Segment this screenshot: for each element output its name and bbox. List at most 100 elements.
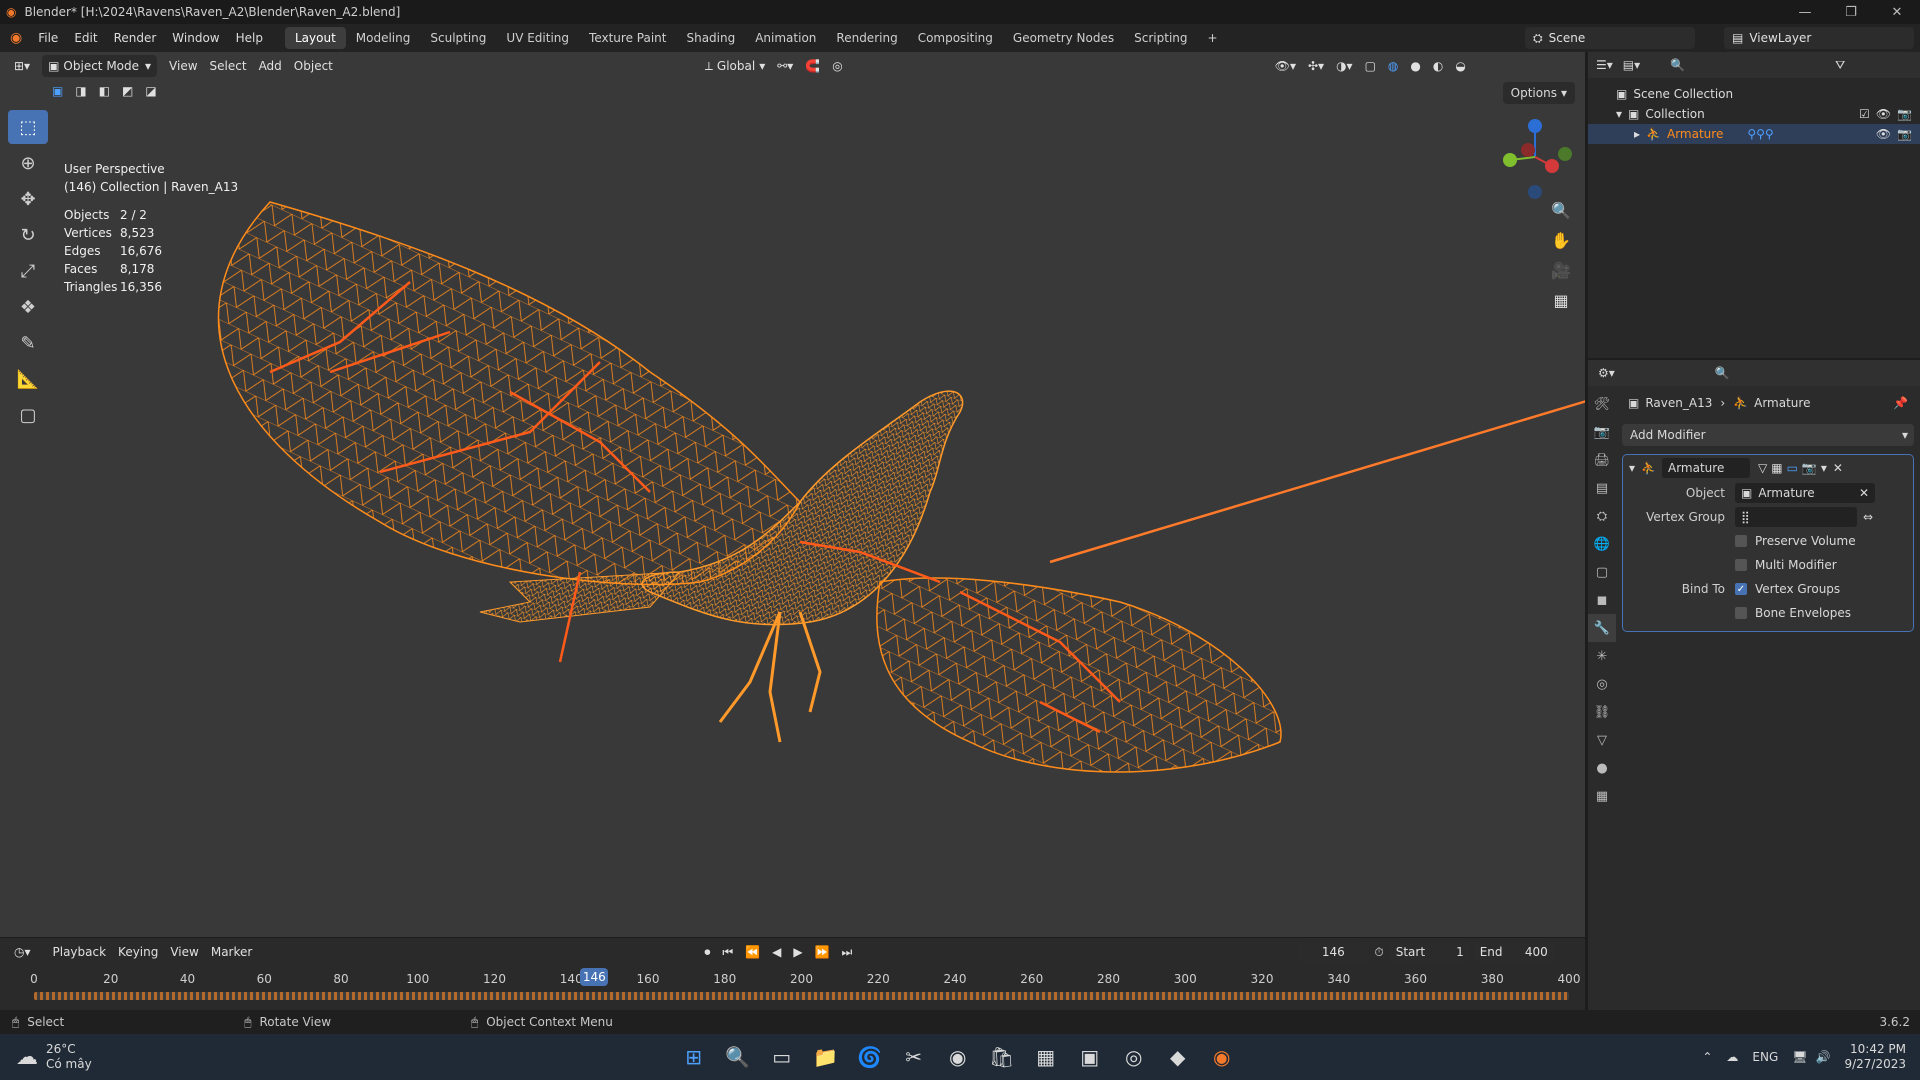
add-cube-tool[interactable]: ▢ [8, 398, 48, 432]
measure-tool[interactable]: 📐 [8, 362, 48, 396]
visibility-dropdown[interactable]: 👁▾ [1269, 55, 1302, 77]
blender-taskbar-icon[interactable]: ◉ [1204, 1039, 1240, 1075]
physics-tab-icon[interactable]: ◎ [1588, 670, 1616, 698]
multi-modifier-row[interactable]: Multi Modifier [1623, 553, 1913, 577]
edge-browser-icon[interactable]: 🌀 [852, 1039, 888, 1075]
jump-end-button[interactable]: ⏭ [836, 941, 859, 963]
search-icon[interactable]: 🔍 [1670, 58, 1685, 72]
bone-envelopes-row[interactable]: Bone Envelopes [1623, 601, 1913, 625]
clear-icon[interactable]: ✕ [1859, 486, 1869, 500]
maximize-button[interactable]: ❐ [1828, 0, 1874, 24]
tool-tab-icon[interactable]: 🛠 [1588, 390, 1616, 418]
keyframe-strip[interactable] [34, 992, 1569, 1000]
object-tab-icon[interactable]: ◼ [1588, 586, 1616, 614]
view-layer-tab-icon[interactable]: ▤ [1588, 474, 1616, 502]
invert-arrows-icon[interactable]: ⇔ [1863, 510, 1873, 524]
affinity-icon[interactable]: ◆ [1160, 1039, 1196, 1075]
viewport-menu-select[interactable]: Select [204, 55, 253, 77]
play-reverse-button[interactable]: ◀ [766, 941, 787, 963]
scene-selector[interactable]: ⛭ Scene [1525, 27, 1695, 49]
tab-texture-paint[interactable]: Texture Paint [579, 27, 676, 49]
eye-icon[interactable]: 👁 [1876, 127, 1891, 141]
scale-tool[interactable]: ⤢ [8, 254, 48, 288]
end-frame-field[interactable]: End 400 [1473, 941, 1554, 963]
xray-toggle[interactable]: ▢ [1359, 55, 1382, 77]
overlay-toggle[interactable]: ◑▾ [1330, 55, 1359, 77]
play-button[interactable]: ▶ [787, 941, 808, 963]
tab-shading[interactable]: Shading [676, 27, 745, 49]
record-button[interactable]: ⏺ [698, 941, 716, 963]
vertex-group-field[interactable]: ⣿ [1735, 507, 1857, 527]
editor-type-button[interactable]: ⊞▾ [8, 55, 36, 77]
edit-mode-toggle-icon[interactable]: ▽ [1758, 461, 1767, 475]
network-icon[interactable]: 🖥 [1792, 1050, 1807, 1064]
eye-icon[interactable]: 👁 [1876, 107, 1891, 121]
outliner-row-collection[interactable]: ▾ ▣ Collection ☑ 👁 📷 [1588, 104, 1920, 124]
outliner-row-armature[interactable]: ▸ ⛹ Armature ⚲⚲⚲ 👁 📷 [1588, 124, 1920, 144]
select-intersect-icon[interactable]: ◪ [139, 80, 162, 102]
render-tab-icon[interactable]: 📷 [1588, 418, 1616, 446]
move-tool[interactable]: ✥ [8, 182, 48, 216]
blender-menu-icon[interactable]: ◉ [10, 30, 22, 46]
constraints-tab-icon[interactable]: ⛓ [1588, 698, 1616, 726]
scene-tab-icon[interactable]: ⛭ [1588, 502, 1616, 530]
properties-editor-icon[interactable]: ⚙▾ [1598, 366, 1615, 380]
rotate-tool[interactable]: ↻ [8, 218, 48, 252]
tab-compositing[interactable]: Compositing [908, 27, 1003, 49]
texture-tab-icon[interactable]: ▦ [1588, 782, 1616, 810]
remove-modifier-icon[interactable]: ✕ [1833, 461, 1843, 475]
timeline-menu-marker[interactable]: Marker [205, 941, 258, 963]
add-workspace-button[interactable]: + [1198, 27, 1228, 49]
select-subtract-icon[interactable]: ◧ [93, 80, 116, 102]
current-frame-field[interactable]: 146 [1298, 941, 1369, 963]
output-tab-icon[interactable]: 🖨 [1588, 446, 1616, 474]
bone-envelopes-checkbox[interactable] [1735, 607, 1747, 619]
pivot-dropdown[interactable]: ⚯▾ [771, 55, 799, 77]
chevron-down-icon[interactable]: ▾ [1821, 461, 1827, 475]
prev-keyframe-button[interactable]: ⏪ [739, 941, 766, 963]
select-invert-icon[interactable]: ◩ [116, 80, 139, 102]
transform-tool[interactable]: ❖ [8, 290, 48, 324]
store-icon[interactable]: 🛍 [984, 1039, 1020, 1075]
app-icon[interactable]: ▣ [1072, 1039, 1108, 1075]
modifier-tab-icon[interactable]: 🔧 [1588, 614, 1616, 642]
playhead[interactable]: 146 [580, 968, 609, 986]
next-keyframe-button[interactable]: ⏩ [809, 941, 836, 963]
collapse-arrow-icon[interactable]: ▾ [1629, 461, 1635, 475]
wireframe-shading-button[interactable]: ◍ [1382, 55, 1404, 77]
tab-modeling[interactable]: Modeling [346, 27, 421, 49]
app-icon[interactable]: ▦ [1028, 1039, 1064, 1075]
collection-tab-icon[interactable]: ▢ [1588, 558, 1616, 586]
cursor-tool[interactable]: ⊕ [8, 146, 48, 180]
material-shading-button[interactable]: ◐ [1427, 55, 1449, 77]
tab-uv-editing[interactable]: UV Editing [496, 27, 579, 49]
checkbox-icon[interactable]: ☑ [1859, 107, 1870, 121]
orientation-dropdown[interactable]: ⟂ Global ▾ [699, 55, 771, 77]
menu-file[interactable]: File [30, 31, 66, 45]
menu-window[interactable]: Window [164, 31, 227, 45]
filter-icon[interactable]: ⛛ [1835, 58, 1845, 73]
preserve-volume-row[interactable]: Preserve Volume [1623, 529, 1913, 553]
search-icon[interactable]: 🔍 [720, 1039, 756, 1075]
weather-icon[interactable]: ☁ [16, 1045, 38, 1070]
preserve-volume-checkbox[interactable] [1735, 535, 1747, 547]
tab-sculpting[interactable]: Sculpting [420, 27, 496, 49]
camera-render-icon[interactable]: 📷 [1897, 107, 1912, 121]
tab-layout[interactable]: Layout [284, 27, 346, 49]
chrome-canary-icon[interactable]: ◎ [1116, 1039, 1152, 1075]
expand-arrow-icon[interactable]: ▸ [1634, 127, 1640, 141]
viewport-menu-object[interactable]: Object [288, 55, 339, 77]
tab-animation[interactable]: Animation [745, 27, 826, 49]
language-indicator[interactable]: ENG [1752, 1050, 1778, 1064]
select-extend-icon[interactable]: ◨ [69, 80, 92, 102]
gizmo-toggle[interactable]: ✣▾ [1302, 55, 1330, 77]
tab-scripting[interactable]: Scripting [1124, 27, 1197, 49]
bind-to-row[interactable]: Bind To ✓ Vertex Groups [1623, 577, 1913, 601]
timeline-menu-keying[interactable]: Keying [112, 941, 164, 963]
modifier-name-field[interactable]: Armature [1661, 458, 1750, 478]
cage-toggle-icon[interactable]: ▦ [1771, 461, 1782, 475]
outliner-row-scene-collection[interactable]: ▣ Scene Collection [1588, 84, 1920, 104]
data-tab-icon[interactable]: ▽ [1588, 726, 1616, 754]
vertex-groups-checkbox[interactable]: ✓ [1735, 583, 1747, 595]
viewport-toggle-icon[interactable]: ▭ [1787, 461, 1798, 475]
